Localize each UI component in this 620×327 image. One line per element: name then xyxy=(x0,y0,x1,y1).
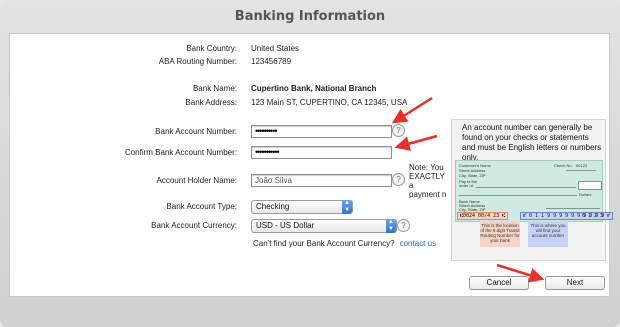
arrow-to-confirm-account xyxy=(394,134,438,151)
annotation-arrows xyxy=(391,96,545,283)
arrow-to-next-button xyxy=(496,263,545,283)
banking-information-window: Banking Information Bank Country: United… xyxy=(0,0,620,327)
arrow-to-account-number xyxy=(391,96,433,124)
